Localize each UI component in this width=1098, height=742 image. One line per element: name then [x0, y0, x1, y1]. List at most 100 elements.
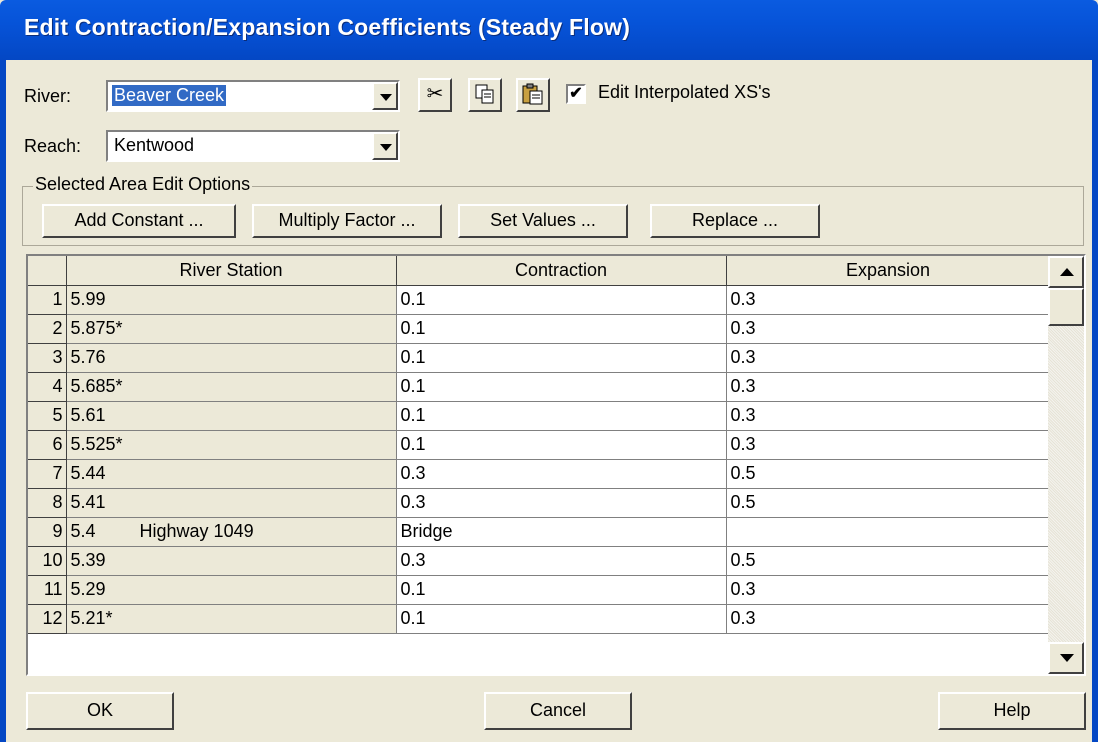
- contraction-cell[interactable]: 0.1: [396, 343, 727, 373]
- river-station-cell[interactable]: 5.39: [66, 546, 397, 576]
- river-label: River:: [24, 86, 72, 106]
- multiply-factor-button[interactable]: Multiply Factor ...: [252, 204, 442, 238]
- contraction-cell[interactable]: 0.1: [396, 604, 727, 634]
- table-row[interactable]: 9 5.4 Highway 1049 Bridge: [28, 517, 1051, 547]
- dialog-window: Edit Contraction/Expansion Coefficients …: [0, 0, 1098, 742]
- river-station-value: 5.44: [70, 463, 106, 483]
- table-row[interactable]: 11 5.29 0.1 0.3: [28, 575, 1051, 605]
- coefficients-table[interactable]: River Station Contraction Expansion 1 5.9…: [26, 254, 1086, 676]
- column-header-river-station[interactable]: River Station: [66, 256, 397, 286]
- expansion-cell[interactable]: 0.3: [726, 401, 1051, 431]
- reach-select[interactable]: Kentwood: [106, 130, 400, 162]
- river-station-cell[interactable]: 5.99: [66, 285, 397, 315]
- row-number: 3: [28, 343, 67, 373]
- cancel-button[interactable]: Cancel: [484, 692, 632, 730]
- river-station-value: 5.76: [70, 347, 106, 367]
- river-station-cell[interactable]: 5.41: [66, 488, 397, 518]
- row-number: 1: [28, 285, 67, 315]
- title-bar[interactable]: Edit Contraction/Expansion Coefficients …: [0, 0, 1098, 60]
- table-row[interactable]: 12 5.21* 0.1 0.3: [28, 604, 1051, 634]
- data-table: River Station Contraction Expansion 1 5.9…: [28, 256, 1051, 634]
- river-station-cell[interactable]: 5.685*: [66, 372, 397, 402]
- expansion-cell[interactable]: 0.3: [726, 285, 1051, 315]
- help-button[interactable]: Help: [938, 692, 1086, 730]
- window-border-right: [1092, 60, 1098, 742]
- set-values-button[interactable]: Set Values ...: [458, 204, 628, 238]
- river-station-cell[interactable]: 5.525*: [66, 430, 397, 460]
- contraction-cell[interactable]: 0.1: [396, 314, 727, 344]
- replace-button[interactable]: Replace ...: [650, 204, 820, 238]
- column-header-contraction[interactable]: Contraction: [396, 256, 727, 286]
- copy-button[interactable]: [468, 78, 502, 112]
- river-station-value: 5.41: [70, 492, 106, 512]
- paste-button[interactable]: [516, 78, 550, 112]
- row-number: 12: [28, 604, 67, 634]
- expansion-cell[interactable]: 0.3: [726, 372, 1051, 402]
- add-constant-button[interactable]: Add Constant ...: [42, 204, 236, 238]
- contraction-cell[interactable]: 0.1: [396, 575, 727, 605]
- expansion-cell[interactable]: 0.3: [726, 575, 1051, 605]
- contraction-cell[interactable]: 0.1: [396, 372, 727, 402]
- chevron-down-icon[interactable]: [372, 82, 398, 110]
- scroll-up-button[interactable]: [1048, 256, 1084, 288]
- edit-interpolated-checkbox[interactable]: ✔: [566, 84, 586, 104]
- expansion-cell[interactable]: 0.3: [726, 314, 1051, 344]
- river-value: Beaver Creek: [110, 84, 228, 107]
- contraction-cell[interactable]: 0.1: [396, 401, 727, 431]
- table-row[interactable]: 6 5.525* 0.1 0.3: [28, 430, 1051, 460]
- river-select[interactable]: Beaver Creek: [106, 80, 400, 112]
- expansion-cell[interactable]: 0.5: [726, 546, 1051, 576]
- expansion-cell[interactable]: 0.5: [726, 488, 1051, 518]
- window-border-left: [0, 60, 6, 742]
- reach-label: Reach:: [24, 136, 82, 156]
- row-number: 10: [28, 546, 67, 576]
- row-number: 5: [28, 401, 67, 431]
- expansion-cell[interactable]: [726, 517, 1051, 547]
- table-row[interactable]: 1 5.99 0.1 0.3: [28, 285, 1051, 315]
- river-station-cell[interactable]: 5.4 Highway 1049: [66, 517, 397, 547]
- river-station-value: 5.39: [70, 550, 106, 570]
- row-number: 11: [28, 575, 67, 605]
- river-station-value: 5.61: [70, 405, 106, 425]
- expansion-cell[interactable]: 0.3: [726, 430, 1051, 460]
- river-station-cell[interactable]: 5.61: [66, 401, 397, 431]
- table-row[interactable]: 5 5.61 0.1 0.3: [28, 401, 1051, 431]
- row-number: 8: [28, 488, 67, 518]
- row-number: 4: [28, 372, 67, 402]
- column-header-expansion[interactable]: Expansion: [726, 256, 1051, 286]
- contraction-cell[interactable]: Bridge: [396, 517, 727, 547]
- table-row[interactable]: 10 5.39 0.3 0.5: [28, 546, 1051, 576]
- river-station-value: 5.21*: [70, 608, 113, 628]
- table-row[interactable]: 3 5.76 0.1 0.3: [28, 343, 1051, 373]
- contraction-cell[interactable]: 0.1: [396, 285, 727, 315]
- chevron-down-icon[interactable]: [372, 132, 398, 160]
- scrollbar-thumb[interactable]: [1048, 288, 1084, 326]
- expansion-cell[interactable]: 0.5: [726, 459, 1051, 489]
- vertical-scrollbar[interactable]: [1048, 256, 1084, 674]
- river-station-value: 5.875*: [70, 318, 123, 338]
- table-row[interactable]: 4 5.685* 0.1 0.3: [28, 372, 1051, 402]
- contraction-cell[interactable]: 0.3: [396, 488, 727, 518]
- scroll-down-button[interactable]: [1048, 642, 1084, 674]
- contraction-cell[interactable]: 0.3: [396, 546, 727, 576]
- table-row[interactable]: 8 5.41 0.3 0.5: [28, 488, 1051, 518]
- river-station-value: 5.29: [70, 579, 106, 599]
- row-number: 2: [28, 314, 67, 344]
- river-station-cell[interactable]: 5.29: [66, 575, 397, 605]
- table-row[interactable]: 2 5.875* 0.1 0.3: [28, 314, 1051, 344]
- paste-icon: [522, 83, 543, 105]
- river-station-cell[interactable]: 5.875*: [66, 314, 397, 344]
- river-station-value: 5.685*: [70, 376, 123, 396]
- river-station-cell[interactable]: 5.44: [66, 459, 397, 489]
- contraction-cell[interactable]: 0.3: [396, 459, 727, 489]
- river-station-cell[interactable]: 5.21*: [66, 604, 397, 634]
- expansion-cell[interactable]: 0.3: [726, 604, 1051, 634]
- ok-button[interactable]: OK: [26, 692, 174, 730]
- expansion-cell[interactable]: 0.3: [726, 343, 1051, 373]
- river-station-value: 5.525*: [70, 434, 123, 454]
- row-number: 7: [28, 459, 67, 489]
- cut-button[interactable]: ✂: [418, 78, 452, 112]
- table-row[interactable]: 7 5.44 0.3 0.5: [28, 459, 1051, 489]
- river-station-cell[interactable]: 5.76: [66, 343, 397, 373]
- contraction-cell[interactable]: 0.1: [396, 430, 727, 460]
